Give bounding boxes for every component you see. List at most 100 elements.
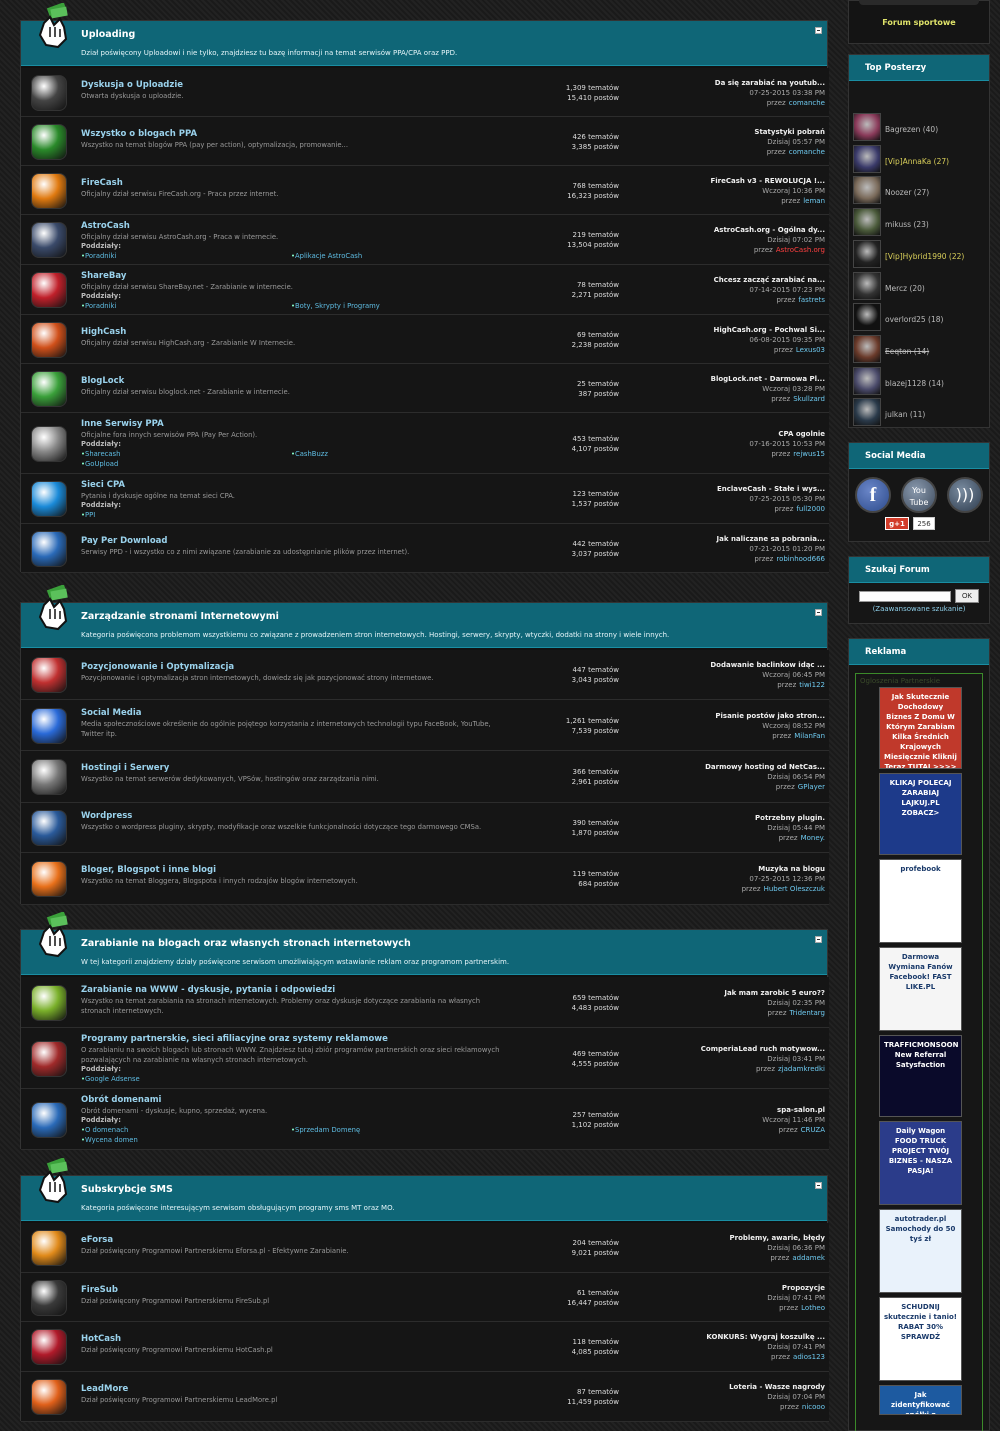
last-post-user-link[interactable]: Money. <box>801 834 825 842</box>
last-post-title-link[interactable]: Da się zarabiać na youtub... <box>625 78 825 88</box>
ad-lajkuj[interactable]: KLIKAJ POLECAJ ZARABIAJ LAJKUJ.PL ZOBACZ… <box>879 773 962 855</box>
forum-title-link[interactable]: Sieci CPA <box>81 480 125 490</box>
sports-forum-link[interactable]: Forum sportowe <box>849 18 989 27</box>
forum-title-link[interactable]: BlogLock <box>81 376 124 386</box>
last-post-user-link[interactable]: CRUZA <box>801 1126 825 1134</box>
last-post-title-link[interactable]: Potrzebny plugin. <box>625 813 825 823</box>
last-post-user-link[interactable]: Hubert Oleszczuk <box>764 885 825 893</box>
ad-dochodowy[interactable]: Jak Skutecznie Dochodowy Biznes Z Domu W… <box>879 687 962 769</box>
last-post-user-link[interactable]: fastrets <box>798 296 825 304</box>
subforum-link[interactable]: •Poradniki <box>81 252 116 260</box>
subforum-link[interactable]: •Wycena domen <box>81 1136 138 1144</box>
last-post-user-link[interactable]: Lexus03 <box>796 346 825 354</box>
forum-title-link[interactable]: HighCash <box>81 327 126 337</box>
ad-traffic[interactable]: TRAFFICMONSOON New Referral Satysfaction <box>879 1035 962 1117</box>
last-post-user-link[interactable]: comanche <box>789 99 825 107</box>
last-post-title-link[interactable]: FireCash v3 - REWOLUCJA !... <box>625 176 825 186</box>
last-post-title-link[interactable]: Muzyka na blogu <box>625 864 825 874</box>
last-post-user-link[interactable]: full2000 <box>796 505 825 513</box>
last-post-title-link[interactable]: KONKURS: Wygraj koszulkę ... <box>625 1332 825 1342</box>
subforum-link[interactable]: •Poradniki <box>81 302 116 310</box>
last-post-title-link[interactable]: Statystyki pobrań <box>625 127 825 137</box>
ad-schudnij[interactable]: SCHUDNIJ skutecznie i tanio! RABAT 30% S… <box>879 1297 962 1381</box>
last-post-title-link[interactable]: Pisanie postów jako stron... <box>625 711 825 721</box>
forum-title-link[interactable]: Wordpress <box>81 811 132 821</box>
forum-title-link[interactable]: Pay Per Download <box>81 536 168 546</box>
last-post-user-link[interactable]: Tridentarg <box>790 1009 826 1017</box>
collapse-toggle-icon[interactable] <box>815 936 822 943</box>
ad-profebook[interactable]: profebook <box>879 859 962 943</box>
last-post-title-link[interactable]: Problemy, awarie, błędy <box>625 1233 826 1243</box>
last-post-title-link[interactable]: Jak mam zarobic 5 euro?? <box>625 988 825 998</box>
last-post-title-link[interactable]: BlogLock.net - Darmowa Pl... <box>625 374 825 384</box>
forum-title-link[interactable]: ShareBay <box>81 271 126 281</box>
search-input[interactable] <box>859 591 951 602</box>
forum-title-link[interactable]: HotCash <box>81 1334 121 1344</box>
forum-title-link[interactable]: FireCash <box>81 178 123 188</box>
last-post-title-link[interactable]: HighCash.org - Pochwal Si... <box>625 325 826 335</box>
last-post-user-link[interactable]: MilanFan <box>794 732 825 740</box>
rss-icon[interactable]: ))) <box>947 477 983 513</box>
ad-autotrader[interactable]: autotrader.pl Samochody do 50 tyś zł <box>879 1209 962 1293</box>
subforum-link[interactable]: •Aplikacje AstroCash <box>291 252 362 260</box>
last-post-title-link[interactable]: ComperiaLead ruch motywow... <box>625 1044 825 1054</box>
ad-fastlike[interactable]: Darmowa Wymiana Fanów Facebook! FAST LIK… <box>879 947 962 1031</box>
last-post-title-link[interactable]: Chcesz zacząć zarabiać na... <box>625 275 825 285</box>
collapse-toggle-icon[interactable] <box>815 609 822 616</box>
subforum-link[interactable]: •CashBuzz <box>291 450 328 458</box>
last-post-user-link[interactable]: leman <box>803 197 825 205</box>
forum-title-link[interactable]: Bloger, Blogspot i inne blogi <box>81 865 216 875</box>
last-post-user-link[interactable]: addamek <box>792 1254 825 1262</box>
subforum-link[interactable]: •GoUpload <box>81 460 118 468</box>
forum-title-link[interactable]: Zarabianie na WWW - dyskusje, pytania i … <box>81 985 335 995</box>
facebook-icon[interactable]: f <box>855 477 891 513</box>
subforum-link[interactable]: •Sharecash <box>81 450 120 458</box>
forum-title-link[interactable]: Programy partnerskie, sieci afiliacyjne … <box>81 1034 388 1044</box>
ad-dailywagon[interactable]: Daily Wagon FOOD TRUCK PROJECT TWÓJ BIZN… <box>879 1121 962 1205</box>
last-post-title-link[interactable]: Propozycje <box>625 1283 825 1293</box>
forum-title-link[interactable]: Hostingi i Serwery <box>81 763 169 773</box>
last-post-user-link[interactable]: tiwi122 <box>799 681 825 689</box>
forum-title-link[interactable]: Inne Serwisy PPA <box>81 419 164 429</box>
category-title[interactable]: Subskrybcje SMS <box>81 1184 173 1195</box>
last-post-user-link[interactable]: Skullzard <box>793 395 825 403</box>
last-post-user-link[interactable]: Lotheo <box>801 1304 825 1312</box>
subforum-link[interactable]: •Sprzedam Domenę <box>291 1126 360 1134</box>
last-post-user-link[interactable]: robinhood666 <box>776 555 825 563</box>
subforum-link[interactable]: •PPI <box>81 511 95 519</box>
forum-title-link[interactable]: Dyskusja o Uploadzie <box>81 80 183 90</box>
last-post-title-link[interactable]: CPA ogolnie <box>625 429 825 439</box>
forum-title-link[interactable]: FireSub <box>81 1285 118 1295</box>
category-title[interactable]: Uploading <box>81 29 135 40</box>
forum-title-link[interactable]: Wszystko o blogach PPA <box>81 129 197 139</box>
last-post-user-link[interactable]: adios123 <box>793 1353 825 1361</box>
last-post-title-link[interactable]: Darmowy hosting od NetCas... <box>625 762 825 772</box>
subforum-link[interactable]: •Boty, Skrypty i Programy <box>291 302 380 310</box>
collapse-toggle-icon[interactable] <box>815 27 822 34</box>
subforum-link[interactable]: •Google Adsense <box>81 1075 140 1083</box>
ad-spolki[interactable]: Jak zidentyfikować spółki z ponadprzecię… <box>879 1385 962 1415</box>
last-post-title-link[interactable]: EnclaveCash - Stałe i wys... <box>625 484 825 494</box>
youtube-icon[interactable]: You Tube <box>901 477 937 513</box>
last-post-user-link[interactable]: nicooo <box>802 1403 825 1411</box>
last-post-user-link[interactable]: comanche <box>789 148 825 156</box>
forum-title-link[interactable]: AstroCash <box>81 221 130 231</box>
last-post-title-link[interactable]: Dodawanie baclinkow idąc ... <box>625 660 825 670</box>
advanced-search-link[interactable]: (Zaawansowane szukanie) <box>849 605 989 613</box>
last-post-title-link[interactable]: Jak naliczane sa pobrania... <box>625 534 825 544</box>
forum-title-link[interactable]: eForsa <box>81 1235 113 1245</box>
last-post-title-link[interactable]: AstroCash.org - Ogólna dy... <box>625 225 825 235</box>
collapse-toggle-icon[interactable] <box>815 1182 822 1189</box>
gplus-button[interactable]: g+1 <box>885 517 909 530</box>
last-post-title-link[interactable]: spa-salon.pl <box>625 1105 825 1115</box>
forum-title-link[interactable]: Pozycjonowanie i Optymalizacja <box>81 662 234 672</box>
forum-title-link[interactable]: LeadMore <box>81 1384 128 1394</box>
forum-title-link[interactable]: Social Media <box>81 708 141 718</box>
last-post-user-link[interactable]: rejwus15 <box>793 450 825 458</box>
category-title[interactable]: Zarabianie na blogach oraz własnych stro… <box>81 938 411 949</box>
last-post-user-link[interactable]: zjadamkredki <box>778 1065 825 1073</box>
forum-title-link[interactable]: Obrót domenami <box>81 1095 161 1105</box>
last-post-user-link[interactable]: GPlayer <box>798 783 825 791</box>
last-post-title-link[interactable]: Loteria - Wasze nagrody <box>625 1382 825 1392</box>
category-title[interactable]: Zarządzanie stronami Internetowymi <box>81 611 279 622</box>
